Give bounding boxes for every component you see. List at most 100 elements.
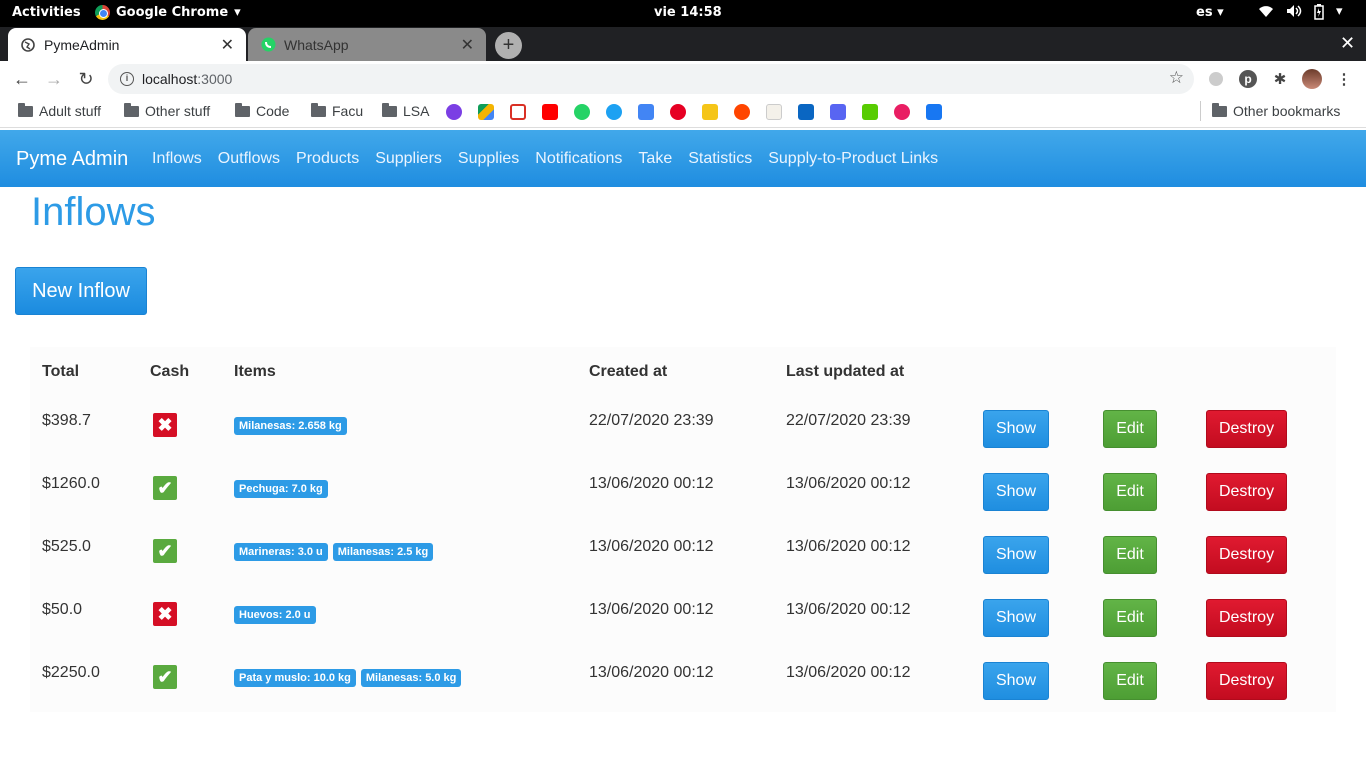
- destroy-button[interactable]: Destroy: [1206, 536, 1287, 574]
- bookmark-label: LSA: [403, 103, 430, 119]
- nav-inflows[interactable]: Inflows: [152, 150, 202, 168]
- total-value: $2250.0: [42, 664, 100, 681]
- bookmark-folder-lsa[interactable]: LSA: [382, 102, 430, 119]
- discord-icon[interactable]: [830, 104, 846, 120]
- pinterest-icon[interactable]: p: [1238, 69, 1258, 89]
- tab-title: PymeAdmin: [44, 36, 120, 53]
- system-top-bar: Activities Google Chrome ▾ vie 14:58 es …: [0, 0, 1366, 27]
- item-badge: Milanesas: 2.658 kg: [234, 417, 347, 435]
- language-indicator[interactable]: es ▾: [1196, 5, 1224, 20]
- other-bookmarks[interactable]: Other bookmarks: [1212, 102, 1340, 119]
- reload-icon[interactable]: ↻: [75, 69, 97, 90]
- bookmark-folder-adult[interactable]: Adult stuff: [18, 102, 102, 119]
- created-at: 13/06/2020 00:12: [589, 475, 714, 492]
- clock[interactable]: vie 14:58: [654, 5, 722, 20]
- back-arrow-icon[interactable]: ←: [11, 69, 33, 90]
- show-button[interactable]: Show: [983, 410, 1049, 448]
- window-close-icon[interactable]: ✕: [1340, 33, 1355, 54]
- show-button[interactable]: Show: [983, 599, 1049, 637]
- edit-button[interactable]: Edit: [1103, 599, 1157, 637]
- edit-button[interactable]: Edit: [1103, 410, 1157, 448]
- address-bar[interactable]: i localhost:3000 ☆: [108, 64, 1194, 94]
- info-icon[interactable]: i: [120, 72, 134, 86]
- updated-at: 13/06/2020 00:12: [786, 664, 911, 681]
- reddit-icon[interactable]: [734, 104, 750, 120]
- edit-button[interactable]: Edit: [1103, 473, 1157, 511]
- google-drive-icon[interactable]: [478, 104, 494, 120]
- nav-products[interactable]: Products: [296, 150, 359, 168]
- system-menu[interactable]: ▾: [1258, 4, 1343, 24]
- tab-whatsapp[interactable]: WhatsApp ✕: [248, 28, 486, 61]
- activities-button[interactable]: Activities: [12, 5, 81, 20]
- bookmark-folder-facu[interactable]: Facu: [311, 102, 364, 119]
- star-icon[interactable]: ☆: [1169, 68, 1184, 88]
- app-menu[interactable]: Google Chrome ▾: [95, 5, 241, 20]
- nav-supplies[interactable]: Supplies: [458, 150, 519, 168]
- nav-statistics[interactable]: Statistics: [688, 150, 752, 168]
- bookmark-folder-other[interactable]: Other stuff: [124, 102, 211, 119]
- brand-link[interactable]: Pyme Admin: [16, 148, 128, 171]
- duolingo-icon[interactable]: [862, 104, 878, 120]
- created-at: 22/07/2020 23:39: [589, 412, 714, 429]
- folder-icon: [235, 102, 250, 117]
- show-button[interactable]: Show: [983, 536, 1049, 574]
- bookmark-label: Other stuff: [145, 103, 211, 119]
- nav-notifications[interactable]: Notifications: [535, 150, 622, 168]
- twitter-icon[interactable]: [606, 104, 622, 120]
- page-title: Inflows: [31, 190, 156, 234]
- show-button[interactable]: Show: [983, 662, 1049, 700]
- nav-take[interactable]: Take: [638, 150, 672, 168]
- new-tab-button[interactable]: +: [495, 32, 522, 59]
- bookmark-label: Adult stuff: [39, 103, 102, 119]
- show-button[interactable]: Show: [983, 473, 1049, 511]
- nav-supply-product-links[interactable]: Supply-to-Product Links: [768, 150, 938, 168]
- created-at: 13/06/2020 00:12: [589, 538, 714, 555]
- forward-arrow-icon[interactable]: →: [43, 69, 65, 90]
- destroy-button[interactable]: Destroy: [1206, 410, 1287, 448]
- app-menu-label: Google Chrome: [116, 5, 229, 20]
- destroy-button[interactable]: Destroy: [1206, 662, 1287, 700]
- url-host: localhost: [142, 71, 198, 87]
- destroy-button[interactable]: Destroy: [1206, 599, 1287, 637]
- created-at: 13/06/2020 00:12: [589, 664, 714, 681]
- google-translate-icon[interactable]: [638, 104, 654, 120]
- puzzle-icon[interactable]: ✱: [1270, 69, 1290, 89]
- volume-icon: [1286, 4, 1302, 24]
- bookmark-site-icon[interactable]: [702, 104, 718, 120]
- linkedin-icon[interactable]: [798, 104, 814, 120]
- new-inflow-button[interactable]: New Inflow: [15, 267, 147, 315]
- close-icon[interactable]: ✕: [461, 35, 474, 55]
- table-row: $525.0 ✔ Marineras: 3.0 u Milanesas: 2.5 kg…: [30, 536, 1336, 599]
- language-label: es: [1196, 5, 1213, 20]
- avatar[interactable]: [1302, 69, 1322, 89]
- tab-pymeadmin[interactable]: PymeAdmin ✕: [8, 28, 246, 61]
- check-icon: ✔: [153, 476, 177, 500]
- globe-icon: [20, 37, 36, 53]
- youtube-icon[interactable]: [542, 104, 558, 120]
- folder-icon: [124, 102, 139, 117]
- canva-icon[interactable]: [446, 104, 462, 120]
- table-row: $398.7 ✖ Milanesas: 2.658 kg 22/07/2020 23:…: [30, 410, 1336, 473]
- bookmark-site-icon[interactable]: [894, 104, 910, 120]
- menu-kebab-icon[interactable]: ⋮: [1334, 69, 1354, 89]
- updated-at: 13/06/2020 00:12: [786, 601, 911, 618]
- folder-icon: [382, 102, 397, 117]
- edit-button[interactable]: Edit: [1103, 662, 1157, 700]
- nav-outflows[interactable]: Outflows: [218, 150, 280, 168]
- divider: [1200, 101, 1201, 121]
- goodreads-icon[interactable]: [766, 104, 782, 120]
- edit-button[interactable]: Edit: [1103, 536, 1157, 574]
- gmail-icon[interactable]: [510, 104, 526, 120]
- chevron-down-icon: ▾: [1336, 4, 1343, 19]
- close-icon[interactable]: ✕: [221, 35, 234, 55]
- pinterest-icon[interactable]: [670, 104, 686, 120]
- created-at: 13/06/2020 00:12: [589, 601, 714, 618]
- bookmark-label: Facu: [332, 103, 364, 119]
- bookmark-folder-code[interactable]: Code: [235, 102, 289, 119]
- facebook-icon[interactable]: [926, 104, 942, 120]
- destroy-button[interactable]: Destroy: [1206, 473, 1287, 511]
- updated-at: 13/06/2020 00:12: [786, 475, 911, 492]
- extension-icon[interactable]: [1206, 69, 1226, 89]
- nav-suppliers[interactable]: Suppliers: [375, 150, 442, 168]
- whatsapp-icon[interactable]: [574, 104, 590, 120]
